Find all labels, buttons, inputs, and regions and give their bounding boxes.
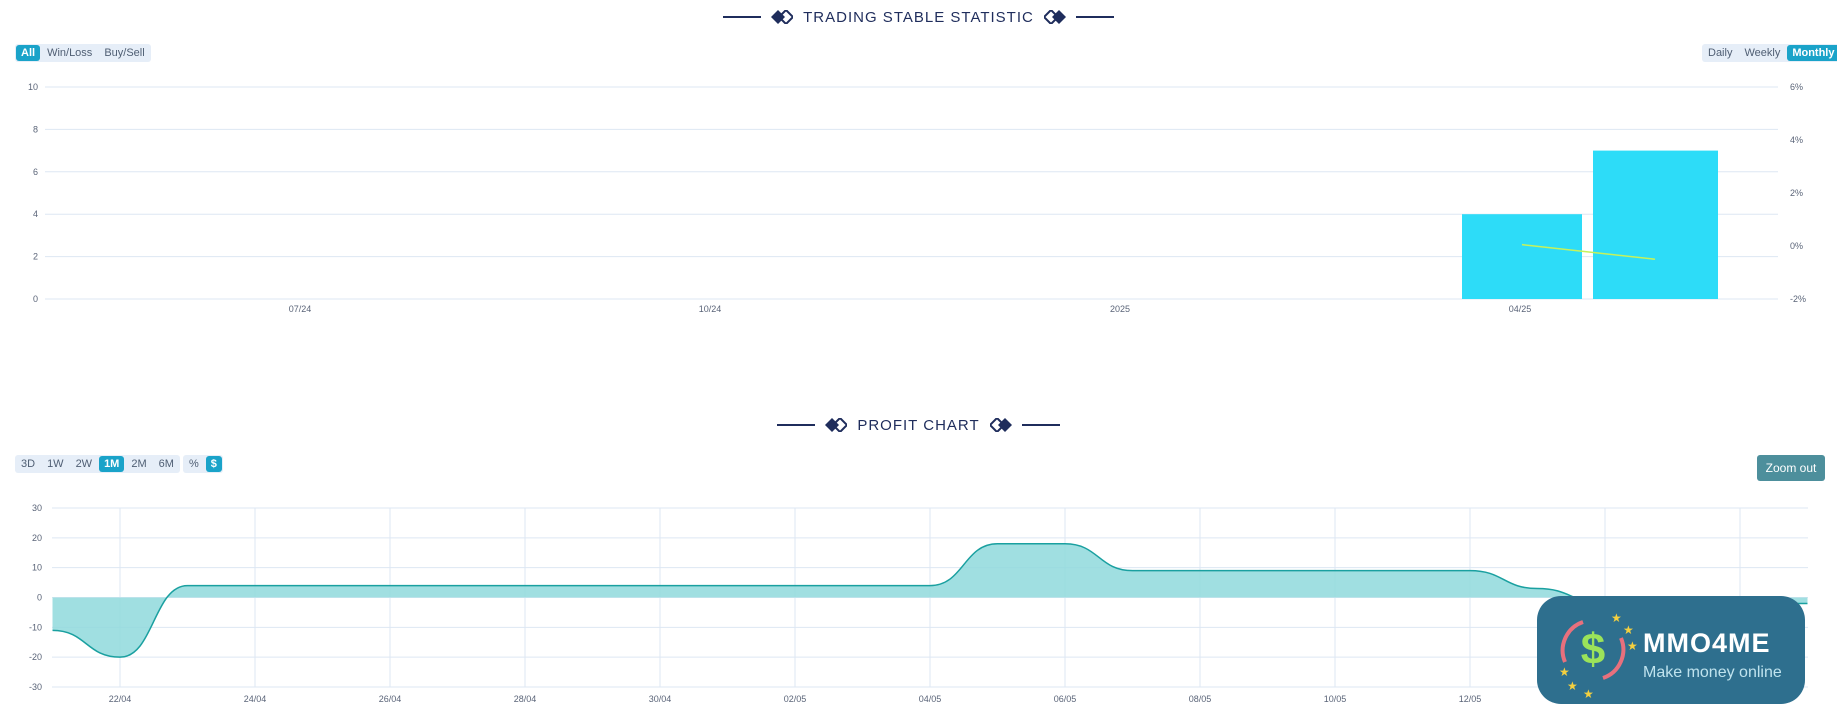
y-tick-label: -10 [29, 622, 42, 632]
stats-title: TRADING STABLE STATISTIC [803, 8, 1034, 26]
title-line-left [777, 424, 816, 426]
range-1w-button[interactable]: 1W [42, 456, 69, 472]
x-tick-label: 2025 [1110, 304, 1130, 314]
bar [1593, 150, 1718, 299]
profit-range-group: 3D 1W 2W 1M 2M 6M [15, 455, 180, 473]
svg-text:★: ★ [1623, 623, 1634, 637]
bar [1462, 214, 1582, 299]
unit-percent-button[interactable]: % [184, 456, 204, 472]
y-tick-label: -20 [29, 652, 42, 662]
diamond-icon [825, 418, 848, 432]
x-tick-label: 04/25 [1509, 304, 1532, 314]
y-tick-label: 0 [33, 294, 38, 304]
y2-tick-label: -2% [1790, 294, 1806, 304]
y-tick-label: 10 [28, 82, 38, 92]
profit-section-title: PROFIT CHART [0, 410, 1837, 440]
svg-text:$: $ [1581, 625, 1605, 674]
y-tick-label: 2 [33, 252, 38, 262]
stats-section-title: TRADING STABLE STATISTIC [0, 2, 1837, 32]
logo-tagline: Make money online [1643, 664, 1782, 681]
x-tick-label: 10/24 [699, 304, 722, 314]
y-tick-label: 10 [32, 563, 42, 573]
logo-brand: MMO4ME [1643, 628, 1771, 658]
y-tick-label: 6 [33, 167, 38, 177]
x-tick-label: 07/24 [289, 304, 312, 314]
dollar-emblem-icon: $ ★ ★ ★ ★ ★ ★ [1559, 611, 1638, 700]
filter-win-loss-button[interactable]: Win/Loss [42, 45, 97, 61]
period-monthly-button[interactable]: Monthly [1787, 45, 1837, 61]
y2-tick-label: 0% [1790, 241, 1803, 251]
range-3d-button[interactable]: 3D [16, 456, 40, 472]
svg-text:★: ★ [1583, 687, 1594, 700]
x-tick-label: 06/05 [1054, 694, 1077, 704]
y2-tick-label: 2% [1790, 188, 1803, 198]
range-2w-button[interactable]: 2W [71, 456, 98, 472]
x-tick-label: 04/05 [919, 694, 942, 704]
y2-tick-label: 4% [1790, 135, 1803, 145]
svg-text:★: ★ [1627, 639, 1638, 653]
y-tick-label: 4 [33, 209, 38, 219]
svg-text:★: ★ [1611, 611, 1622, 625]
period-weekly-button[interactable]: Weekly [1739, 45, 1785, 61]
range-6m-button[interactable]: 6M [154, 456, 179, 472]
svg-text:★: ★ [1567, 679, 1578, 693]
y-tick-label: 30 [32, 503, 42, 513]
title-line-left [723, 16, 762, 18]
stats-filter-group: All Win/Loss Buy/Sell [15, 44, 151, 62]
y2-tick-label: 6% [1790, 82, 1803, 92]
svg-text:★: ★ [1559, 665, 1570, 679]
x-tick-label: 02/05 [784, 694, 807, 704]
trading-stats-chart: 0 2 4 6 8 10 -2% 0% 2% 4% 6% 07/24 10/24 2025 04/25 [28, 82, 1806, 314]
filter-buy-sell-button[interactable]: Buy/Sell [99, 45, 149, 61]
title-line-right [1021, 424, 1060, 426]
x-tick-label: 26/04 [379, 694, 402, 704]
x-tick-label: 30/04 [649, 694, 672, 704]
profit-unit-group: % $ [183, 455, 223, 473]
x-tick-label: 24/04 [244, 694, 267, 704]
unit-dollar-button[interactable]: $ [205, 456, 222, 472]
range-2m-button[interactable]: 2M [126, 456, 151, 472]
title-line-right [1075, 16, 1114, 18]
y-tick-label: 20 [32, 533, 42, 543]
profit-title: PROFIT CHART [857, 416, 980, 434]
filter-all-button[interactable]: All [16, 45, 41, 61]
x-tick-label: 22/04 [109, 694, 132, 704]
y-tick-label: 0 [37, 593, 42, 603]
diamond-icon [771, 10, 794, 24]
y-tick-label: -30 [29, 682, 42, 692]
x-tick-label: 10/05 [1324, 694, 1347, 704]
diamond-icon [1043, 10, 1066, 24]
zoom-out-button[interactable]: Zoom out [1757, 455, 1825, 481]
x-tick-label: 28/04 [514, 694, 537, 704]
y-tick-label: 8 [33, 124, 38, 134]
x-tick-label: 12/05 [1459, 694, 1482, 704]
period-daily-button[interactable]: Daily [1703, 45, 1737, 61]
stats-period-group: Daily Weekly Monthly [1702, 44, 1837, 62]
range-1m-button[interactable]: 1M [99, 456, 125, 472]
mmo4me-logo: $ ★ ★ ★ ★ ★ ★ MMO4ME Make money online [1537, 596, 1805, 704]
diamond-icon [989, 418, 1012, 432]
x-tick-label: 08/05 [1189, 694, 1212, 704]
